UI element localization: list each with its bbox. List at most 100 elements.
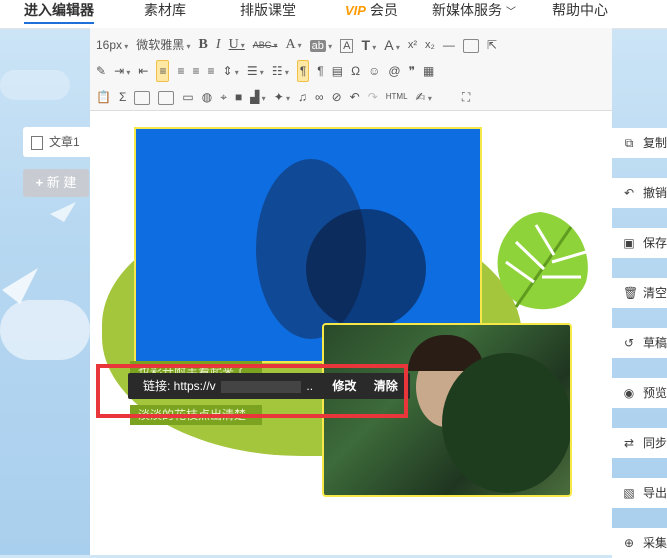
new-document-button[interactable]: + 新 建 bbox=[23, 169, 89, 197]
eye-icon: ◉ bbox=[623, 386, 635, 400]
magic-wand-icon[interactable]: ✦ bbox=[274, 87, 290, 107]
font-color-button[interactable]: A bbox=[285, 35, 301, 55]
document-tab[interactable]: 文章1 bbox=[23, 127, 93, 157]
indent-icon[interactable]: ⇥ bbox=[114, 61, 130, 81]
omega-icon[interactable]: Ω bbox=[351, 61, 360, 81]
vip-badge: VIP bbox=[345, 3, 366, 18]
draft-label: 草稿 bbox=[643, 336, 667, 350]
fullscreen-icon[interactable]: ⛶ bbox=[462, 87, 470, 107]
collect-button[interactable]: ⊕ 采集 bbox=[612, 528, 667, 558]
page-icon-shape bbox=[462, 38, 479, 53]
save-button[interactable]: ▣ 保存 bbox=[612, 228, 667, 258]
undo-icon: ↶ bbox=[623, 186, 635, 200]
font-family-select[interactable]: 微软雅黑 bbox=[136, 35, 190, 55]
document-icon bbox=[31, 135, 43, 150]
sync-button[interactable]: ⇄ 同步 bbox=[612, 428, 667, 458]
ltr-direction-icon[interactable]: ¶ bbox=[296, 60, 310, 82]
highlight-color-button[interactable]: ab bbox=[309, 35, 333, 55]
trash-icon: 🗑 bbox=[623, 286, 639, 300]
underline-button[interactable]: U bbox=[229, 35, 245, 55]
undo-button[interactable]: ↶ 撤销 bbox=[612, 178, 667, 208]
border-text-button[interactable]: A bbox=[340, 35, 354, 55]
leaf-shadow bbox=[306, 209, 426, 329]
nav-item-media-services[interactable]: 新媒体服务 ﹀ bbox=[432, 0, 516, 28]
sync-icon: ⇄ bbox=[623, 436, 635, 450]
collect-label: 采集 bbox=[643, 536, 667, 550]
export-label: 导出 bbox=[643, 486, 667, 500]
italic-button[interactable]: I bbox=[216, 35, 221, 55]
export-icon: ▧ bbox=[623, 486, 635, 500]
nav-item-help[interactable]: 帮助中心 bbox=[552, 0, 608, 28]
save-label: 保存 bbox=[643, 236, 667, 250]
background-cloud bbox=[0, 70, 70, 100]
preview-button[interactable]: ◉ 预览 bbox=[612, 378, 667, 408]
map-pin-icon[interactable]: ⌖ bbox=[220, 87, 227, 107]
at-search-icon[interactable]: @ bbox=[388, 61, 400, 81]
search-icon: ⊕ bbox=[623, 536, 635, 550]
sigma-icon[interactable]: Σ bbox=[119, 87, 126, 107]
vip-label: 会员 bbox=[369, 2, 398, 18]
nav-item-classroom[interactable]: 排版课堂 bbox=[240, 0, 296, 28]
media-services-label: 新媒体服务 bbox=[432, 2, 502, 18]
link-icon[interactable]: ∞ bbox=[315, 87, 324, 107]
emoji-icon[interactable]: ☺ bbox=[368, 61, 380, 81]
page-icon[interactable] bbox=[462, 35, 479, 55]
multi-image-icon-shape bbox=[158, 90, 175, 105]
strikethrough-button[interactable]: ABC bbox=[253, 35, 278, 55]
plus-icon: + bbox=[35, 175, 44, 190]
align-right-icon[interactable]: ≡ bbox=[192, 61, 199, 81]
nav-item-vip[interactable]: VIP 会员 bbox=[345, 0, 398, 28]
copy-button[interactable]: ⧉ 复制 bbox=[612, 128, 667, 158]
html-source-button[interactable]: HTML bbox=[386, 87, 408, 107]
rtl-direction-icon[interactable]: ¶ bbox=[317, 61, 323, 81]
paper-plane-icon bbox=[2, 268, 38, 304]
copy-icon: ⧉ bbox=[624, 136, 634, 150]
font-grow-button[interactable]: A bbox=[384, 35, 400, 55]
align-justify-icon[interactable]: ≡ bbox=[207, 61, 214, 81]
redo-icon[interactable]: ↷ bbox=[368, 87, 378, 107]
paragraph-spacing-icon[interactable]: ☰ bbox=[247, 61, 264, 81]
border-text-icon: A bbox=[340, 39, 354, 53]
horizontal-rule-icon[interactable]: — bbox=[443, 35, 455, 55]
bold-button[interactable]: B bbox=[199, 35, 208, 55]
palette-icon[interactable]: ◍ bbox=[202, 87, 212, 107]
undo-icon[interactable]: ↶ bbox=[350, 87, 360, 107]
editor-toolbar: 16px 微软雅黑 B I U ABC A ab A T A x² x₂ — ⇱… bbox=[90, 28, 612, 111]
table-icon[interactable]: ▦ bbox=[423, 61, 434, 81]
red-highlight-box bbox=[96, 364, 408, 418]
preview-label: 预览 bbox=[643, 386, 667, 400]
export-button[interactable]: ▧ 导出 bbox=[612, 478, 667, 508]
quote-icon[interactable]: ❞ bbox=[409, 61, 415, 81]
editor-content[interactable]: 也彩开附丰着起来了 淡淡的花枝点出清楚 链接: https://v .. 修改 … bbox=[90, 111, 612, 555]
clear-button[interactable]: 🗑 清空 bbox=[612, 278, 667, 308]
image-float-icon[interactable]: ▤ bbox=[332, 61, 343, 81]
nav-item-editor[interactable]: 进入编辑器 bbox=[24, 0, 94, 28]
superscript-button[interactable]: x² bbox=[408, 35, 417, 55]
export-link-icon[interactable]: ⇱ bbox=[487, 35, 497, 55]
editor-panel: 16px 微软雅黑 B I U ABC A ab A T A x² x₂ — ⇱… bbox=[90, 28, 612, 555]
eraser-icon[interactable]: ✎ bbox=[96, 61, 106, 81]
clear-label: 清空 bbox=[643, 286, 667, 300]
align-center-icon[interactable]: ≡ bbox=[177, 61, 184, 81]
history-icon: ↺ bbox=[623, 336, 635, 350]
monstera-leaf-icon bbox=[497, 212, 588, 310]
edit-icon[interactable]: ✍ bbox=[416, 87, 432, 107]
paint-bucket-icon[interactable]: ▟ bbox=[250, 87, 265, 107]
outdent-icon[interactable]: ⇤ bbox=[138, 61, 148, 81]
text-shadow-button[interactable]: T bbox=[361, 35, 376, 55]
multi-image-icon[interactable] bbox=[158, 87, 175, 107]
list-icon[interactable]: ☷ bbox=[272, 61, 289, 81]
image-icon[interactable] bbox=[134, 87, 151, 107]
unlink-icon[interactable]: ⊘ bbox=[332, 87, 342, 107]
video-icon[interactable]: ■ bbox=[235, 87, 242, 107]
draft-button[interactable]: ↺ 草稿 bbox=[612, 328, 667, 358]
align-left-icon[interactable]: ≡ bbox=[156, 60, 170, 82]
line-height-icon[interactable]: ⇕ bbox=[223, 61, 239, 81]
nav-item-materials[interactable]: 素材库 bbox=[144, 0, 186, 28]
clipboard-icon[interactable]: 📋 bbox=[96, 87, 111, 107]
subscript-button[interactable]: x₂ bbox=[425, 35, 435, 55]
font-size-select[interactable]: 16px bbox=[96, 35, 128, 55]
frame-icon[interactable]: ▭ bbox=[182, 87, 193, 107]
copy-label: 复制 bbox=[643, 136, 667, 150]
music-icon[interactable]: ♫ bbox=[298, 87, 307, 107]
